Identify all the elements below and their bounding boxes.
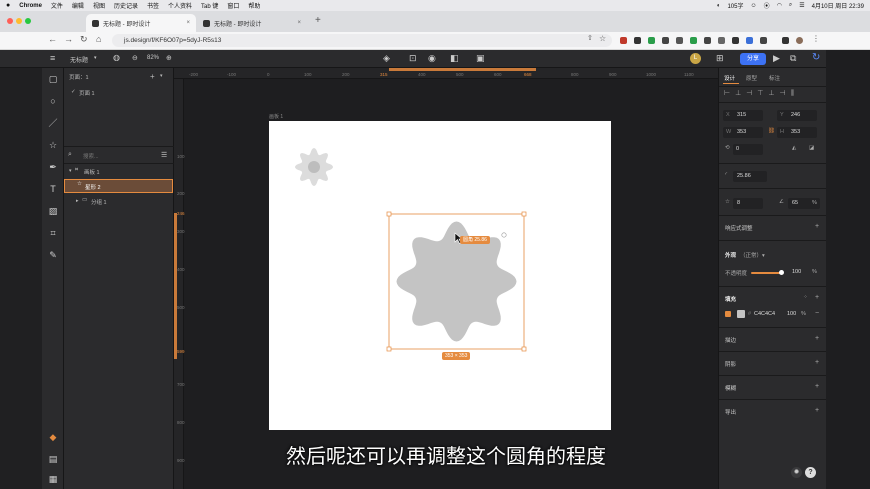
rotate-icon: ⟲ xyxy=(725,145,730,151)
style-grid-icon[interactable]: ⁘ xyxy=(803,294,808,300)
fill-title: 填充 xyxy=(725,297,737,303)
radius-handle[interactable] xyxy=(501,232,507,238)
size-badge: 353 × 353 xyxy=(442,352,471,360)
add-export-icon[interactable]: + xyxy=(815,407,819,414)
window-backdrop xyxy=(826,50,870,489)
divider xyxy=(719,351,827,352)
opacity-slider-thumb[interactable] xyxy=(779,270,784,275)
remove-fill-icon[interactable]: − xyxy=(815,310,819,317)
flip-vertical-icon[interactable]: ◪ xyxy=(809,145,814,151)
inspector-panel: 设计 原型 标注 ⊢⊥⊣⊤⊥⊣⫼ X 315 Y 246 W 353 ⛓ H 3… xyxy=(718,68,827,489)
stroke-section[interactable]: 描边 xyxy=(725,336,736,344)
divider xyxy=(719,327,827,328)
fill-color-swatch[interactable] xyxy=(737,310,745,318)
settings-icon[interactable]: ✹ xyxy=(791,467,802,478)
height-value: 353 xyxy=(791,129,801,135)
small-flower-shape[interactable] xyxy=(295,148,333,186)
tab-annotation[interactable]: 标注 xyxy=(769,74,780,82)
active-tab-indicator xyxy=(723,83,739,84)
add-shadow-icon[interactable]: + xyxy=(815,359,819,366)
corner-radius-value: 25.86 xyxy=(737,173,751,179)
x-value: 315 xyxy=(737,112,747,118)
divider xyxy=(719,399,827,400)
divider xyxy=(719,375,827,376)
divider xyxy=(719,188,827,189)
divider xyxy=(719,163,827,164)
ratio-icon: ∠ xyxy=(779,199,784,205)
rotation-value: 0 xyxy=(736,146,740,152)
tab-prototype[interactable]: 原型 xyxy=(746,74,757,82)
divider xyxy=(719,215,827,216)
blend-mode-select[interactable]: （正常）▾ xyxy=(740,251,765,259)
width-value: 353 xyxy=(737,129,747,135)
screen: ● Chrome 文件 编辑 视图 历史记录 书签 个人资料 Tab 键 窗口 … xyxy=(0,0,870,489)
blur-section[interactable]: 模糊 xyxy=(725,384,736,392)
add-blur-icon[interactable]: + xyxy=(815,383,819,390)
opacity-slider-track[interactable] xyxy=(751,272,781,274)
points-value: 8 xyxy=(737,200,741,206)
tab-design[interactable]: 设计 xyxy=(724,74,735,82)
video-subtitle: 然后呢还可以再调整这个圆角的程度 xyxy=(286,444,606,468)
divider xyxy=(719,240,827,241)
opacity-value[interactable]: 100 xyxy=(792,269,801,275)
flip-horizontal-icon[interactable]: ◭ xyxy=(792,145,796,151)
lock-ratio-icon[interactable]: ⛓ xyxy=(768,128,775,134)
divider xyxy=(719,286,827,287)
corner-radius-badge: 圆角 25.86 xyxy=(460,236,490,244)
corner-radius-icon: ◜ xyxy=(725,172,728,178)
add-stroke-icon[interactable]: + xyxy=(815,335,819,342)
divider xyxy=(719,86,827,87)
export-section[interactable]: 导出 xyxy=(725,408,736,416)
divider xyxy=(719,102,827,103)
fill-opacity[interactable]: 100 xyxy=(787,311,796,317)
opacity-unit: % xyxy=(812,269,817,275)
align-tools-icons[interactable]: ⊢⊥⊣⊤⊥⊣⫼ xyxy=(724,89,799,98)
help-icon[interactable]: ? xyxy=(805,467,816,478)
fill-hex[interactable]: C4C4C4 xyxy=(754,311,775,317)
appearance-title: 外观 xyxy=(725,253,737,259)
opacity-label: 不透明度 xyxy=(725,271,748,277)
ratio-unit: % xyxy=(812,200,817,206)
responsive-section[interactable]: 响应式调整 xyxy=(725,224,753,232)
blend-mode-value: 正常 xyxy=(745,253,757,259)
fill-visible-checkbox[interactable] xyxy=(725,311,731,317)
star-points-icon: ☆ xyxy=(725,199,730,205)
ratio-value: 65 xyxy=(792,200,799,206)
shadow-section[interactable]: 阴影 xyxy=(725,360,736,368)
y-value: 246 xyxy=(791,112,801,118)
add-fill-icon[interactable]: + xyxy=(815,294,819,301)
add-responsive-icon[interactable]: + xyxy=(815,223,819,230)
